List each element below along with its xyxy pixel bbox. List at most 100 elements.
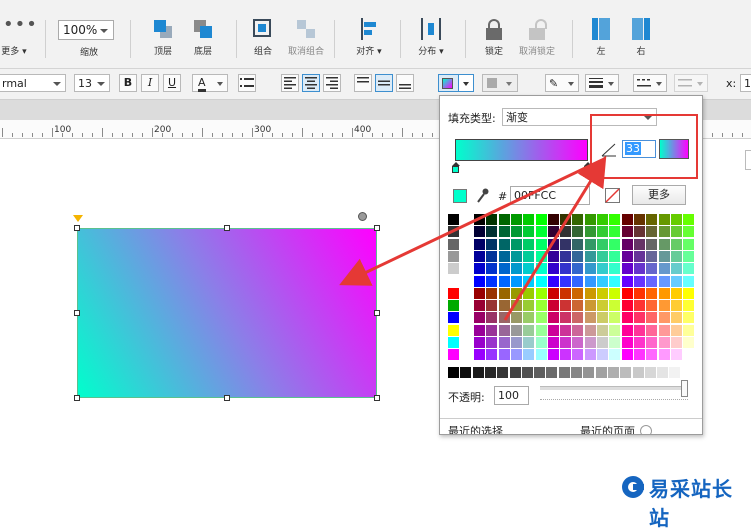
gray-swatch[interactable] xyxy=(669,367,681,378)
color-swatch[interactable] xyxy=(498,337,510,348)
color-swatch[interactable] xyxy=(523,349,535,361)
color-swatch[interactable] xyxy=(621,250,633,262)
color-swatch[interactable] xyxy=(597,287,608,299)
color-swatch[interactable] xyxy=(523,226,535,238)
color-swatch[interactable] xyxy=(658,300,670,312)
color-swatch[interactable] xyxy=(523,214,535,225)
color-swatch[interactable] xyxy=(498,300,510,312)
color-swatch[interactable] xyxy=(498,349,510,361)
color-swatch[interactable] xyxy=(510,300,522,312)
color-swatch[interactable] xyxy=(646,300,658,312)
color-swatch[interactable] xyxy=(572,337,584,348)
resize-handle[interactable] xyxy=(74,225,80,231)
color-swatch[interactable] xyxy=(572,214,584,225)
color-swatch[interactable] xyxy=(498,312,510,324)
opacity-slider-track[interactable] xyxy=(540,386,688,390)
color-swatch[interactable] xyxy=(597,349,608,361)
gray-swatch[interactable] xyxy=(644,367,656,378)
ungroup-button[interactable]: 取消组合 xyxy=(284,18,328,64)
color-swatch[interactable] xyxy=(572,275,584,287)
color-swatch[interactable] xyxy=(486,287,498,299)
distribute-button[interactable]: 分布 ▾ xyxy=(409,18,453,64)
color-swatch[interactable] xyxy=(498,214,510,225)
color-swatch[interactable] xyxy=(646,287,658,299)
color-swatch[interactable] xyxy=(670,287,682,299)
gray-swatch[interactable] xyxy=(448,367,459,378)
color-swatch[interactable] xyxy=(609,214,621,225)
color-swatch[interactable] xyxy=(609,263,621,275)
color-swatch[interactable] xyxy=(597,214,608,225)
color-swatch[interactable] xyxy=(560,214,572,225)
color-swatch[interactable] xyxy=(448,226,459,238)
color-swatch[interactable] xyxy=(658,226,670,238)
color-swatch[interactable] xyxy=(683,312,695,324)
color-swatch[interactable] xyxy=(609,275,621,287)
color-swatch[interactable] xyxy=(621,300,633,312)
color-swatch[interactable] xyxy=(572,300,584,312)
color-swatch[interactable] xyxy=(448,238,459,250)
color-swatch[interactable] xyxy=(572,349,584,361)
underline-button[interactable]: U xyxy=(163,74,181,92)
color-swatch[interactable] xyxy=(498,226,510,238)
color-swatch[interactable] xyxy=(498,250,510,262)
color-swatch[interactable] xyxy=(547,300,559,312)
color-swatch[interactable] xyxy=(683,324,695,336)
color-swatch[interactable] xyxy=(621,263,633,275)
gray-swatch[interactable] xyxy=(681,367,693,378)
color-swatch[interactable] xyxy=(486,226,498,238)
color-swatch[interactable] xyxy=(658,238,670,250)
color-swatch[interactable] xyxy=(609,250,621,262)
color-swatch[interactable] xyxy=(646,337,658,348)
color-swatch[interactable] xyxy=(670,214,682,225)
color-swatch[interactable] xyxy=(584,263,596,275)
style-select[interactable]: rmal xyxy=(0,74,66,92)
color-swatch[interactable] xyxy=(510,214,522,225)
color-swatch[interactable] xyxy=(547,349,559,361)
color-swatch[interactable] xyxy=(474,300,485,312)
rotate-handle[interactable] xyxy=(358,212,367,221)
gray-swatch[interactable] xyxy=(632,367,644,378)
color-swatch[interactable] xyxy=(535,275,547,287)
color-swatch[interactable] xyxy=(560,337,572,348)
color-swatch[interactable] xyxy=(633,250,645,262)
color-swatch[interactable] xyxy=(621,275,633,287)
color-swatch[interactable] xyxy=(560,275,572,287)
gray-swatch[interactable] xyxy=(607,367,619,378)
color-swatch[interactable] xyxy=(486,214,498,225)
color-swatch[interactable] xyxy=(609,226,621,238)
color-swatch[interactable] xyxy=(658,214,670,225)
font-size-select[interactable]: 13 xyxy=(74,74,110,92)
color-swatch[interactable] xyxy=(486,312,498,324)
color-swatch[interactable] xyxy=(621,349,633,361)
color-swatch[interactable] xyxy=(633,214,645,225)
color-swatch[interactable] xyxy=(474,349,485,361)
color-swatch[interactable] xyxy=(448,287,459,299)
color-swatch[interactable] xyxy=(633,263,645,275)
color-swatch[interactable] xyxy=(486,337,498,348)
color-swatch[interactable] xyxy=(609,287,621,299)
align-button[interactable]: 对齐 ▾ xyxy=(347,18,391,64)
color-swatch[interactable] xyxy=(547,275,559,287)
color-swatch[interactable] xyxy=(535,287,547,299)
hex-input[interactable]: 00FFCC xyxy=(510,186,590,205)
color-swatch[interactable] xyxy=(683,337,695,348)
group-button[interactable]: 组合 xyxy=(241,18,285,64)
color-swatch[interactable] xyxy=(572,263,584,275)
lock-button[interactable]: 锁定 xyxy=(472,18,516,64)
align-text-right-button[interactable] xyxy=(323,74,341,92)
color-swatch[interactable] xyxy=(474,287,485,299)
resize-handle[interactable] xyxy=(224,395,230,401)
gray-swatch[interactable] xyxy=(546,367,558,378)
color-swatch[interactable] xyxy=(535,263,547,275)
color-swatch[interactable] xyxy=(670,349,682,361)
color-swatch[interactable] xyxy=(609,312,621,324)
color-swatch[interactable] xyxy=(560,312,572,324)
color-swatch[interactable] xyxy=(670,250,682,262)
color-swatch[interactable] xyxy=(609,300,621,312)
color-swatch[interactable] xyxy=(474,312,485,324)
zoom-control[interactable]: 100% 缩放 xyxy=(58,20,120,66)
color-swatch[interactable] xyxy=(670,300,682,312)
gray-swatch[interactable] xyxy=(595,367,607,378)
color-swatch[interactable] xyxy=(523,287,535,299)
color-swatch[interactable] xyxy=(597,263,608,275)
